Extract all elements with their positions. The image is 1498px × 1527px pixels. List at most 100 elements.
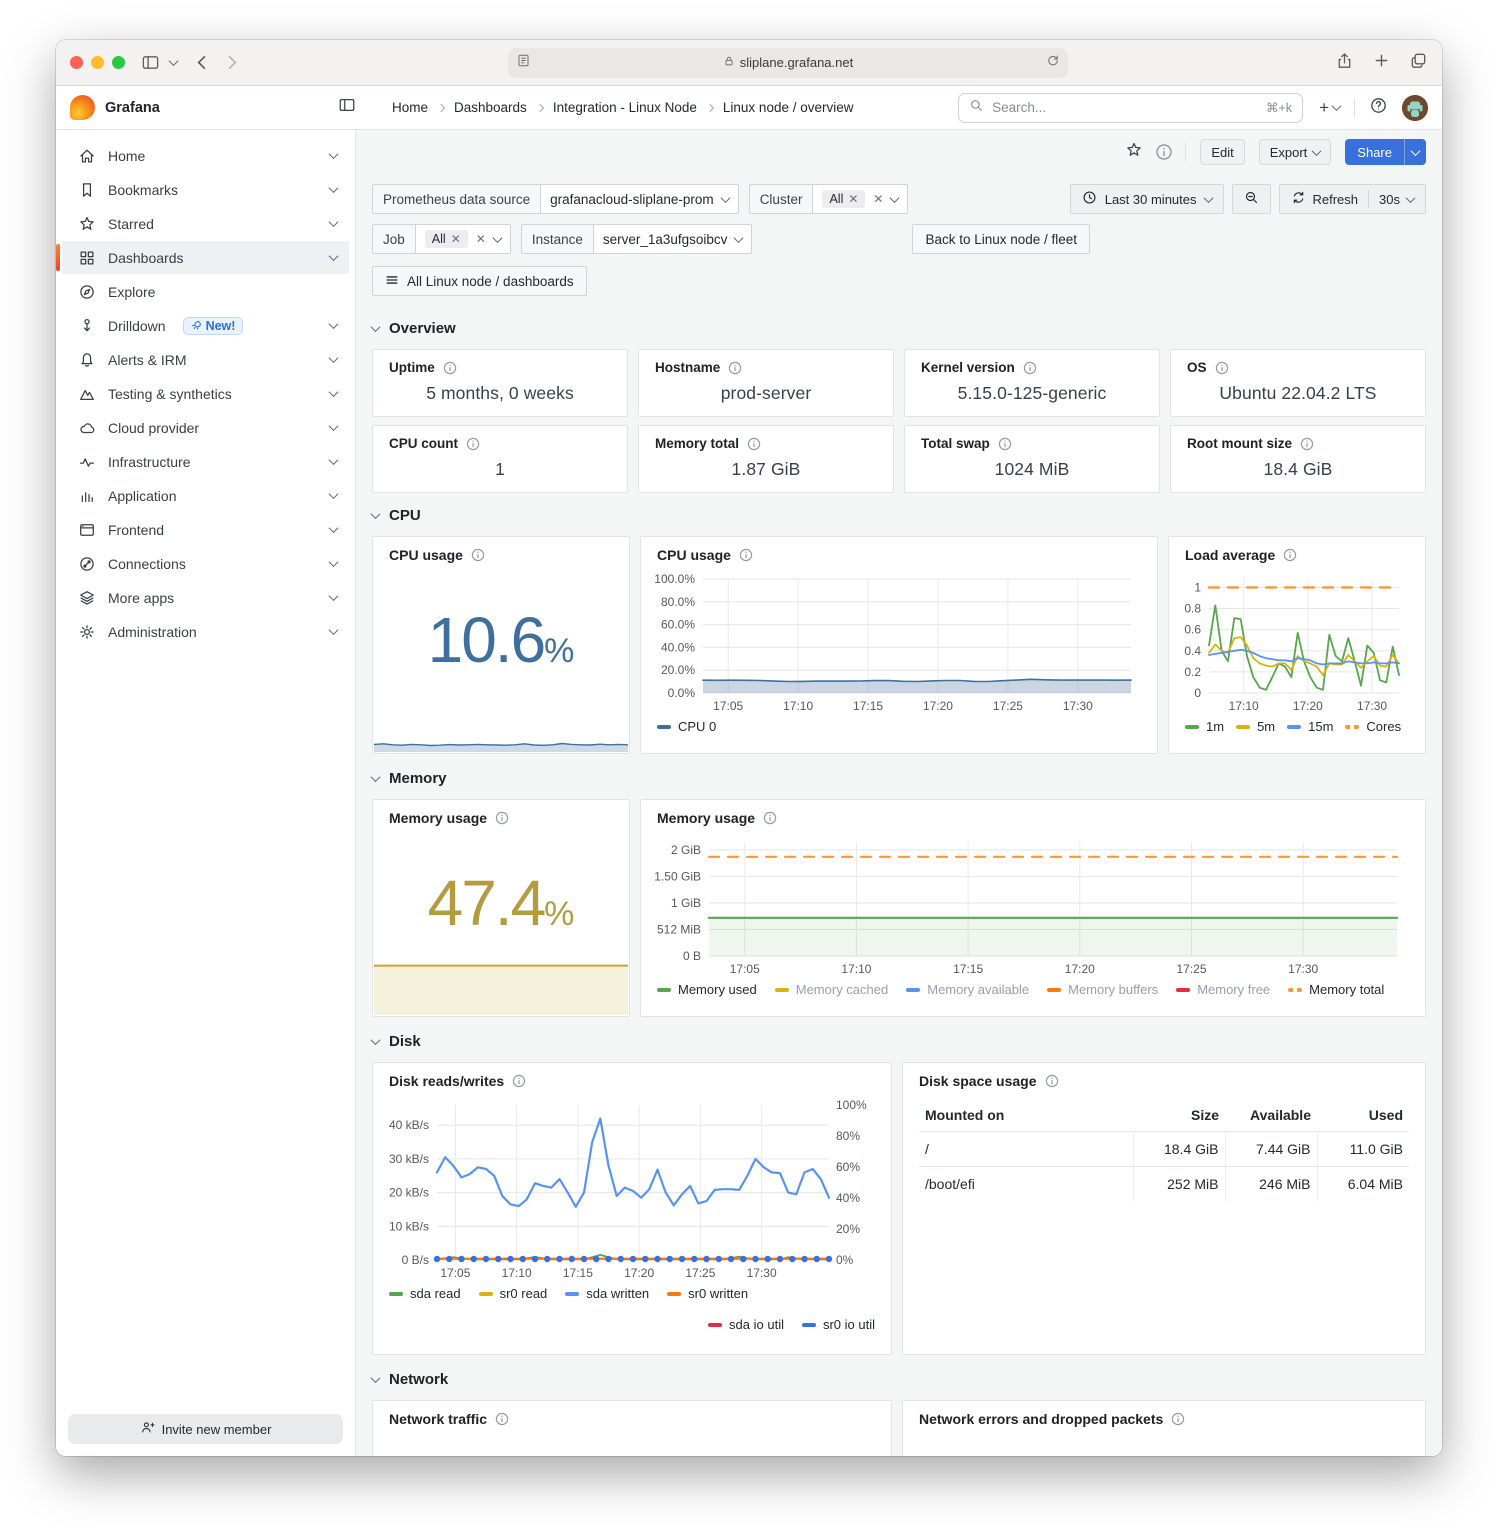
sidebar-item-application[interactable]: Application: [62, 479, 349, 512]
legend-item-sda-written[interactable]: sda written: [565, 1286, 649, 1301]
sidebar-item-explore[interactable]: Explore: [62, 275, 349, 308]
page-settings-icon[interactable]: [516, 53, 531, 73]
section-cpu[interactable]: CPU: [372, 507, 1426, 524]
refresh-button[interactable]: Refresh: [1291, 190, 1359, 208]
load-average-legend[interactable]: 1m5m15mCores: [1169, 715, 1425, 734]
instance-select[interactable]: server_1a3ufgsoibcv: [593, 224, 753, 254]
legend-item-1m[interactable]: 1m: [1185, 719, 1224, 734]
remove-chip-icon[interactable]: ✕: [451, 232, 461, 246]
datasource-select[interactable]: grafanacloud-sliplane-prom: [540, 184, 739, 214]
star-dashboard-icon[interactable]: [1125, 141, 1143, 164]
info-icon[interactable]: [1023, 361, 1037, 375]
legend-item-sr0-read[interactable]: sr0 read: [479, 1286, 548, 1301]
add-new-button[interactable]: +: [1319, 98, 1340, 118]
legend-item-memory-total[interactable]: Memory total: [1288, 982, 1384, 997]
legend-item-memory-cached[interactable]: Memory cached: [775, 982, 888, 997]
grafana-logo[interactable]: [70, 95, 95, 120]
sidebar-item-bookmarks[interactable]: Bookmarks: [62, 173, 349, 206]
info-icon[interactable]: [512, 1074, 526, 1088]
remove-chip-icon[interactable]: ✕: [848, 192, 858, 206]
job-value-chip[interactable]: All✕: [425, 230, 468, 248]
info-icon[interactable]: [998, 437, 1012, 451]
load-average-chart[interactable]: 00.20.40.60.8117:1017:2017:30: [1175, 571, 1411, 715]
section-disk[interactable]: Disk: [372, 1033, 1426, 1050]
disk-io-util-legend[interactable]: sda io util sr0 io util: [373, 1301, 891, 1332]
sidebar-item-testing-synthetics[interactable]: Testing & synthetics: [62, 377, 349, 410]
share-button[interactable]: Share: [1345, 139, 1404, 165]
info-icon[interactable]: [466, 437, 480, 451]
breadcrumb-item-dashboards[interactable]: Dashboards: [454, 100, 527, 115]
share-options-chevron[interactable]: [1404, 139, 1426, 165]
user-avatar[interactable]: [1402, 95, 1428, 121]
info-icon[interactable]: [495, 1412, 509, 1426]
section-memory[interactable]: Memory: [372, 770, 1426, 787]
reload-icon[interactable]: [1046, 53, 1060, 72]
cluster-select[interactable]: All✕ ✕: [812, 184, 908, 214]
memory-usage-chart[interactable]: 0 B512 MiB1 GiB1.50 GiB2 GiB17:0517:1017…: [647, 834, 1411, 978]
refresh-interval-select[interactable]: 30s: [1379, 192, 1414, 207]
legend-item-sda-io-util[interactable]: sda io util: [708, 1317, 784, 1332]
memory-usage-legend[interactable]: Memory used Memory cached Memory available…: [641, 978, 1425, 997]
minimize-window-button[interactable]: [91, 56, 104, 69]
tab-overview-icon[interactable]: [1409, 51, 1428, 75]
sidebar-chevron-icon[interactable]: [170, 59, 177, 66]
sidebar-item-drilldown[interactable]: DrilldownNew!: [62, 309, 349, 342]
share-page-icon[interactable]: [1335, 51, 1354, 75]
sidebar-item-infrastructure[interactable]: Infrastructure: [62, 445, 349, 478]
legend-item-5m[interactable]: 5m: [1236, 719, 1275, 734]
legend-item-cpu-0[interactable]: CPU 0: [657, 719, 716, 734]
disk-rw-legend[interactable]: sda readsr0 readsda writtensr0 written: [373, 1282, 891, 1301]
table-row[interactable]: /boot/efi252 MiB246 MiB6.04 MiB: [919, 1167, 1409, 1202]
legend-item-memory-used[interactable]: Memory used: [657, 982, 757, 997]
cpu-usage-chart[interactable]: 0.0%20.0%40.0%60.0%80.0%100.0%17:0517:10…: [647, 571, 1143, 715]
export-button[interactable]: Export: [1259, 139, 1332, 165]
breadcrumb-item-integration-linux-node[interactable]: Integration - Linux Node: [553, 100, 697, 115]
info-icon[interactable]: [728, 361, 742, 375]
cluster-value-chip[interactable]: All✕: [822, 190, 865, 208]
sidebar-item-dashboards[interactable]: Dashboards: [62, 241, 349, 274]
job-select[interactable]: All✕ ✕: [415, 224, 511, 254]
info-icon[interactable]: [763, 811, 777, 825]
info-icon[interactable]: [495, 811, 509, 825]
info-icon[interactable]: [1300, 437, 1314, 451]
zoom-window-button[interactable]: [112, 56, 125, 69]
sidebar-item-more-apps[interactable]: More apps: [62, 581, 349, 614]
info-icon[interactable]: [747, 437, 761, 451]
legend-item-sr0-io-util[interactable]: sr0 io util: [802, 1317, 875, 1332]
forward-button[interactable]: [222, 53, 241, 72]
new-tab-icon[interactable]: [1372, 51, 1391, 75]
search-input[interactable]: Search... ⌘+k: [958, 93, 1303, 123]
sidebar-item-connections[interactable]: Connections: [62, 547, 349, 580]
legend-item-memory-buffers[interactable]: Memory buffers: [1047, 982, 1158, 997]
close-window-button[interactable]: [70, 56, 83, 69]
sidebar-item-administration[interactable]: Administration: [62, 615, 349, 648]
address-bar[interactable]: sliplane.grafana.net: [508, 48, 1068, 78]
dock-menu-icon[interactable]: [338, 96, 356, 119]
help-icon[interactable]: [1369, 96, 1388, 120]
breadcrumb-item-home[interactable]: Home: [392, 100, 428, 115]
disk-reads-writes-chart[interactable]: 0 B/s10 kB/s20 kB/s30 kB/s40 kB/s17:0517…: [379, 1097, 877, 1282]
edit-button[interactable]: Edit: [1200, 139, 1244, 165]
legend-item-sr0-written[interactable]: sr0 written: [667, 1286, 748, 1301]
sidebar-item-home[interactable]: Home: [62, 139, 349, 172]
sidebar-item-alerts-irm[interactable]: Alerts & IRM: [62, 343, 349, 376]
time-range-picker[interactable]: Last 30 minutes: [1070, 184, 1224, 214]
breadcrumb-item-linux-node-overview[interactable]: Linux node / overview: [723, 100, 854, 115]
info-icon[interactable]: [1171, 1412, 1185, 1426]
sidebar-item-cloud-provider[interactable]: Cloud provider: [62, 411, 349, 444]
section-network[interactable]: Network: [372, 1371, 1426, 1388]
section-overview[interactable]: Overview: [372, 320, 1426, 337]
info-icon[interactable]: [471, 548, 485, 562]
invite-new-member-button[interactable]: Invite new member: [68, 1414, 343, 1444]
table-row[interactable]: /18.4 GiB7.44 GiB11.0 GiB: [919, 1132, 1409, 1167]
legend-item-memory-available[interactable]: Memory available: [906, 982, 1029, 997]
back-button[interactable]: [193, 53, 212, 72]
clear-icon[interactable]: ✕: [873, 192, 883, 206]
sidebar-item-starred[interactable]: Starred: [62, 207, 349, 240]
info-icon[interactable]: [1283, 548, 1297, 562]
info-icon[interactable]: [739, 548, 753, 562]
clear-icon[interactable]: ✕: [476, 232, 486, 246]
dashboard-info-icon[interactable]: [1156, 143, 1174, 161]
zoom-out-time-button[interactable]: [1232, 184, 1271, 214]
info-icon[interactable]: [443, 361, 457, 375]
